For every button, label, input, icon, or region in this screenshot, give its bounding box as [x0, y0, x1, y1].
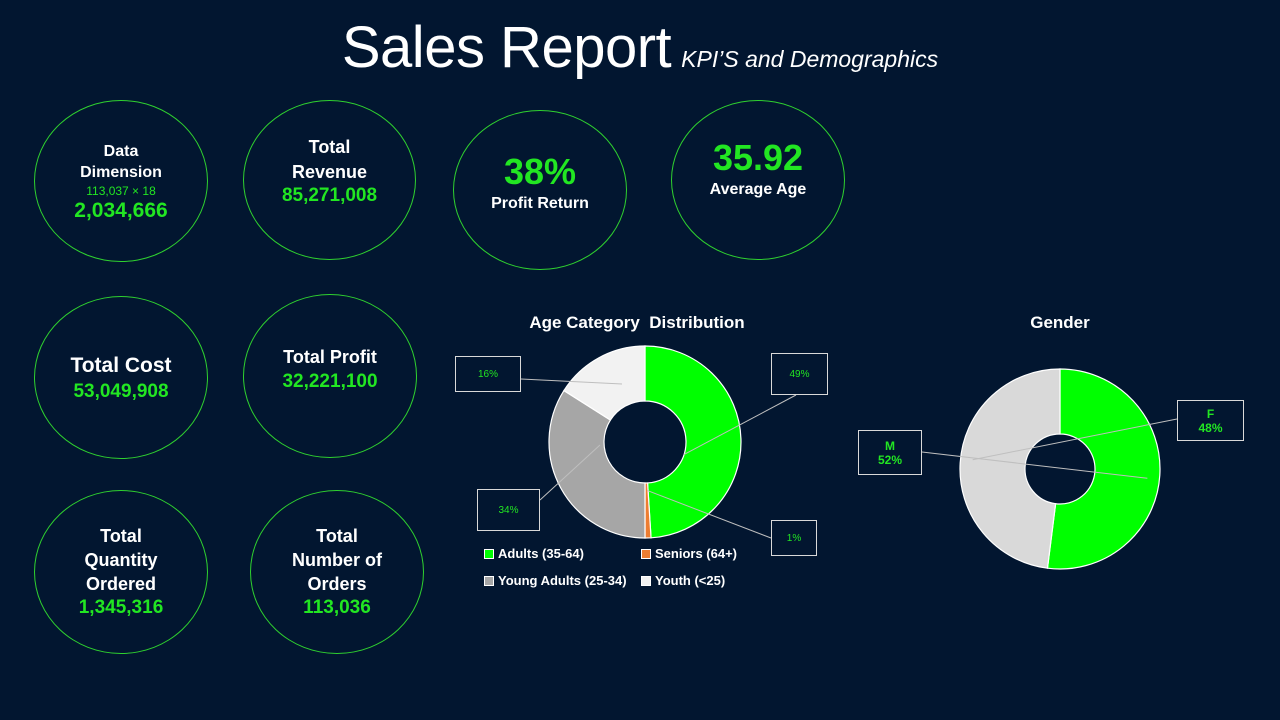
charts-canvas [520, 345, 1178, 570]
gender-category-m: M [885, 438, 895, 453]
legend-label: Seniors (64+) [655, 546, 738, 561]
gender-value-m: 52% [877, 452, 903, 467]
legend-item-seniors: Seniors (64+) [641, 546, 737, 561]
legend-label: Young Adults (25-34) [498, 573, 627, 588]
legend-swatch-adults [484, 548, 494, 559]
age-data-label-seniors: 1% [771, 520, 817, 556]
age-data-label-young-adults: 34% [477, 489, 540, 531]
gender-value-f: 48% [1198, 420, 1223, 435]
legend-swatch-youth [641, 575, 651, 586]
legend-item-youth: Youth (<25) [641, 573, 725, 588]
age-slice-young-adults-25-34 [548, 389, 646, 539]
gender-data-label-f: F 48% [1177, 400, 1244, 441]
legend-label: Youth (<25) [655, 573, 726, 588]
age-data-label-youth: 16% [455, 356, 521, 392]
gender-data-label-m: M 52% [858, 430, 922, 475]
age-slice-adults-35-64 [644, 345, 742, 539]
legend-swatch-young-adults [484, 575, 494, 586]
gender-slice-f [959, 368, 1061, 569]
legend-item-young-adults: Young Adults (25-34) [484, 573, 627, 588]
legend-item-adults: Adults (35-64) [484, 546, 584, 561]
legend-label: Adults (35-64) [498, 546, 584, 561]
gender-category-f: F [1206, 406, 1215, 421]
legend-swatch-seniors [641, 548, 651, 559]
age-data-label-adults: 49% [771, 353, 828, 395]
